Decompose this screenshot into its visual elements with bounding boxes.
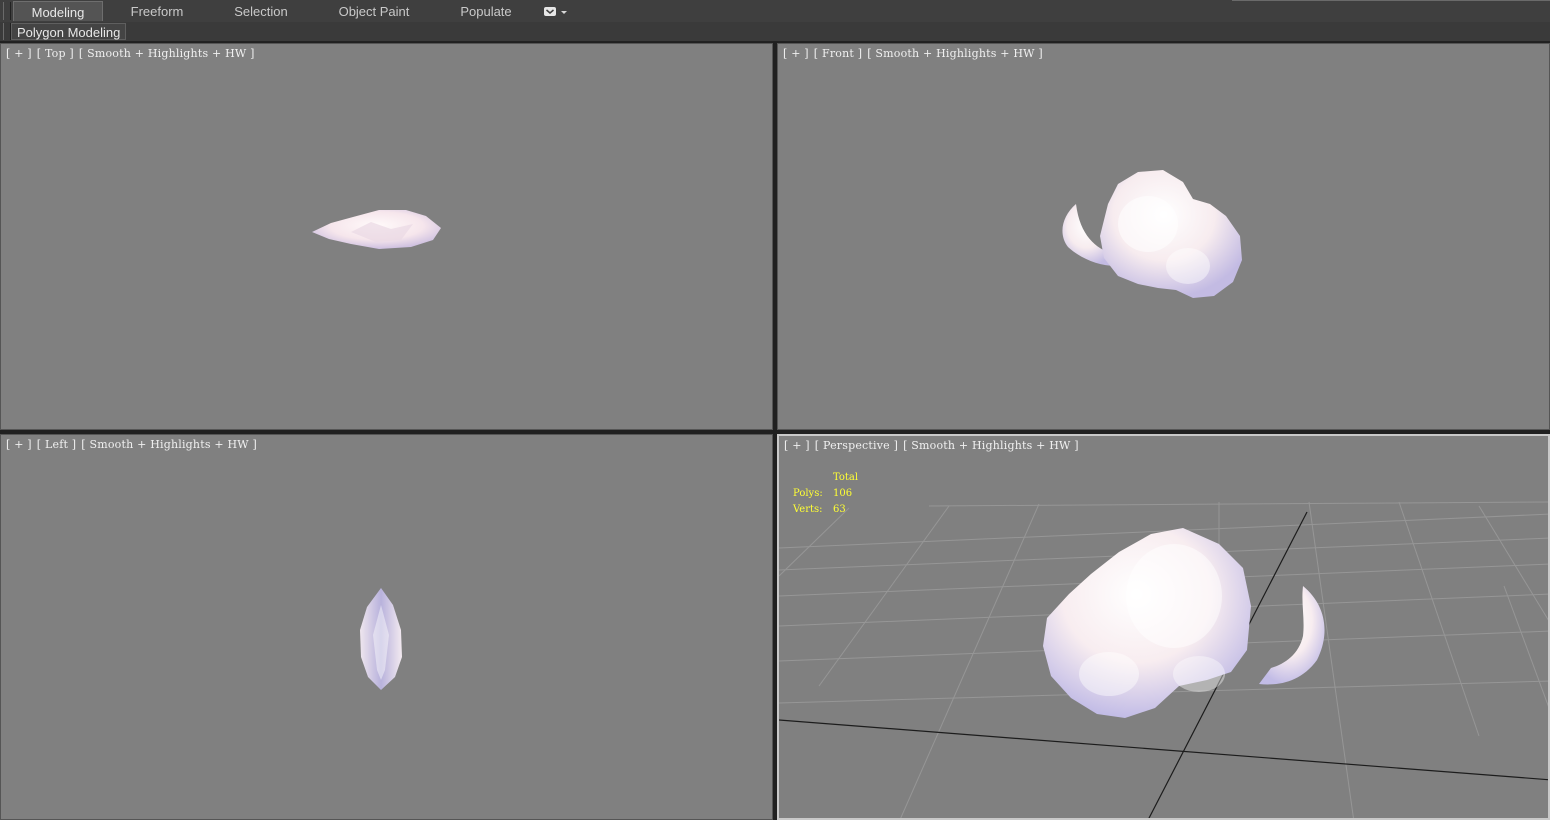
ribbon-divider bbox=[1232, 0, 1550, 1]
top-view-cloud-model bbox=[312, 210, 441, 249]
viewport-top[interactable]: [ + ][ Top ][ Smooth + Highlights + HW ] bbox=[0, 43, 773, 430]
tab-selection[interactable]: Selection bbox=[220, 1, 302, 21]
polygon-modeling-panel-button[interactable]: Polygon Modeling bbox=[11, 23, 127, 40]
front-view-cloud-model bbox=[1062, 170, 1242, 298]
ribbon-grip-handle[interactable] bbox=[3, 2, 11, 20]
viewport-left[interactable]: [ + ][ Left ][ Smooth + Highlights + HW … bbox=[0, 434, 773, 820]
viewport-area: [ + ][ Top ][ Smooth + Highlights + HW ]… bbox=[0, 42, 1550, 820]
tab-freeform[interactable]: Freeform bbox=[115, 1, 199, 21]
tab-object-paint[interactable]: Object Paint bbox=[330, 1, 418, 21]
ribbon-tab-bar: Modeling Freeform Selection Object Paint… bbox=[0, 0, 1550, 23]
ribbon-options-icon[interactable] bbox=[543, 6, 569, 18]
panel-grip-handle[interactable] bbox=[3, 23, 11, 40]
tab-modeling[interactable]: Modeling bbox=[13, 1, 103, 21]
viewport-front[interactable]: [ + ][ Front ][ Smooth + Highlights + HW… bbox=[777, 43, 1550, 430]
perspective-cloud-model bbox=[1043, 528, 1325, 718]
viewport-perspective[interactable]: [ + ][ Perspective ][ Smooth + Highlight… bbox=[777, 434, 1550, 820]
left-view-cloud-model bbox=[360, 588, 402, 690]
ribbon-panel-bar: Polygon Modeling bbox=[0, 22, 1550, 42]
tab-populate[interactable]: Populate bbox=[450, 1, 522, 21]
